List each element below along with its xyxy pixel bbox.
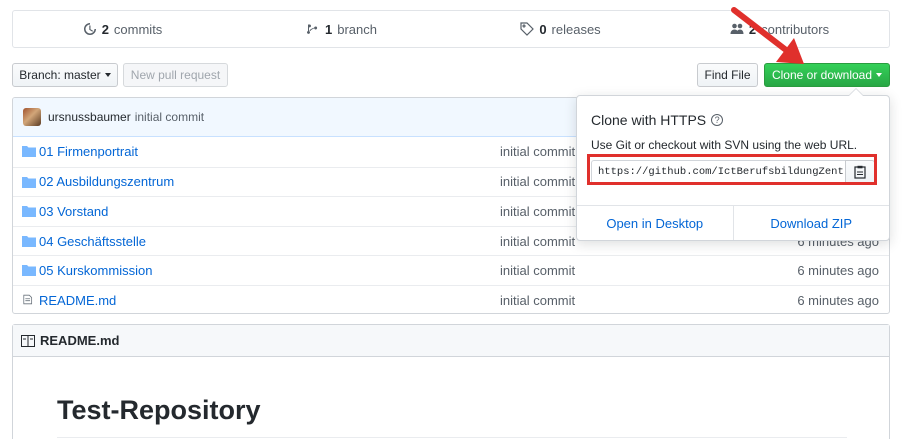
book-icon xyxy=(21,334,35,347)
releases-count: 0 xyxy=(539,21,547,37)
file-name-link[interactable]: 01 Firmenportrait xyxy=(39,144,138,159)
commit-message[interactable]: initial commit xyxy=(135,110,204,124)
heading-divider xyxy=(57,437,847,438)
tag-icon xyxy=(520,22,535,36)
branch-select-button[interactable]: Branch: master xyxy=(12,63,118,87)
releases-link[interactable]: 0 releases xyxy=(451,11,670,47)
file-name-link[interactable]: 05 Kurskommission xyxy=(39,263,152,278)
readme-heading: Test-Repository xyxy=(57,395,261,425)
open-in-desktop-button[interactable]: Open in Desktop xyxy=(577,206,734,240)
avatar[interactable] xyxy=(23,108,41,126)
folder-icon xyxy=(22,265,36,277)
annotation-highlight-box xyxy=(587,154,877,185)
file-icon xyxy=(23,294,33,305)
file-commit-message[interactable]: initial commit xyxy=(500,293,575,308)
branches-label: branch xyxy=(337,21,377,37)
folder-icon xyxy=(22,206,36,218)
clone-or-download-label: Clone or download xyxy=(771,68,873,82)
commit-author[interactable]: ursnussbaumer xyxy=(48,110,131,124)
new-pull-request-button[interactable]: New pull request xyxy=(123,63,228,87)
file-commit-message[interactable]: initial commit xyxy=(500,174,575,189)
file-commit-message[interactable]: initial commit xyxy=(500,204,575,219)
readme-box: README.md Test-Repository xyxy=(12,324,890,439)
file-name-link[interactable]: 03 Vorstand xyxy=(39,204,108,219)
dropdown-pointer xyxy=(848,88,864,96)
branches-link[interactable]: 1 branch xyxy=(232,11,451,47)
chevron-down-icon xyxy=(104,73,111,77)
annotation-arrow-icon xyxy=(731,7,804,64)
chevron-down-icon xyxy=(876,73,883,77)
history-icon xyxy=(83,23,96,35)
question-icon[interactable]: ? xyxy=(711,114,724,126)
commits-link[interactable]: 2 commits xyxy=(13,11,232,47)
file-commit-message[interactable]: initial commit xyxy=(500,144,575,159)
clone-description: Use Git or checkout with SVN using the w… xyxy=(591,138,858,152)
commits-label: commits xyxy=(113,21,163,37)
file-row: 05 Kurskommission initial commit 6 minutes… xyxy=(13,255,889,285)
download-zip-button[interactable]: Download ZIP xyxy=(734,206,890,240)
file-age: 6 minutes ago xyxy=(797,292,879,308)
file-age: 6 minutes ago xyxy=(797,263,879,279)
branches-count: 1 xyxy=(325,21,333,37)
branch-prefix: Branch: xyxy=(19,68,61,82)
clone-title: Clone with HTTPS ? xyxy=(591,112,724,128)
readme-filename: README.md xyxy=(40,333,120,348)
readme-header: README.md xyxy=(13,325,889,357)
dropdown-actions: Open in Desktop Download ZIP xyxy=(577,205,889,240)
file-name-link[interactable]: 02 Ausbildungszentrum xyxy=(39,174,174,189)
file-commit-message[interactable]: initial commit xyxy=(500,263,575,278)
releases-label: releases xyxy=(551,21,601,37)
folder-icon xyxy=(22,176,36,188)
commits-count: 2 xyxy=(101,21,109,37)
file-name-link[interactable]: 04 Geschäftsstelle xyxy=(39,234,146,249)
file-commit-message[interactable]: initial commit xyxy=(500,234,575,249)
clone-title-text: Clone with HTTPS xyxy=(591,112,707,128)
folder-icon xyxy=(22,235,36,247)
folder-icon xyxy=(22,146,36,157)
branch-name: master xyxy=(64,68,101,82)
file-row: README.md initial commit 6 minutes ago xyxy=(13,284,889,313)
branch-icon xyxy=(307,24,318,34)
file-name-link[interactable]: README.md xyxy=(39,293,116,308)
